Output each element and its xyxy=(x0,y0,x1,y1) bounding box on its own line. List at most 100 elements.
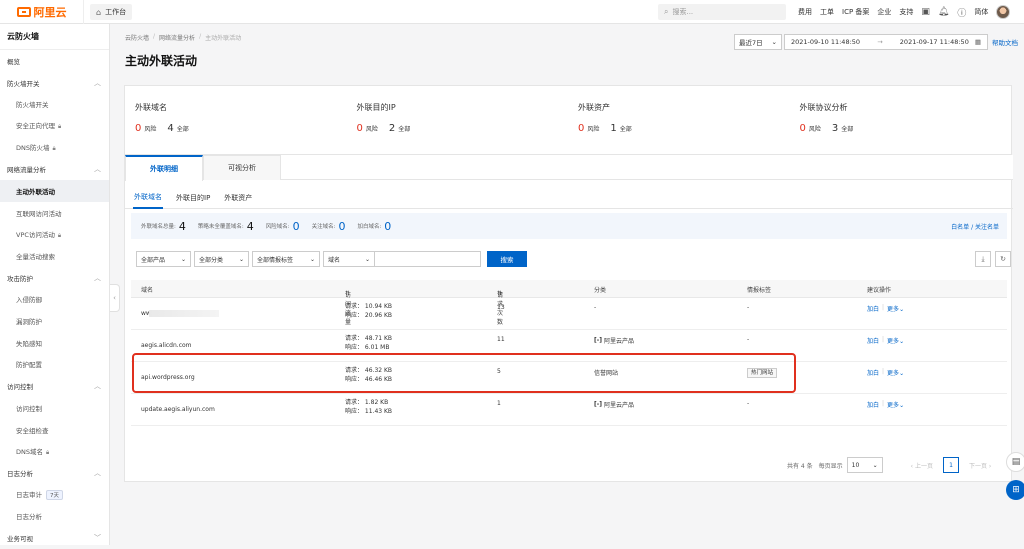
breadcrumb-item[interactable]: 网络流量分析 xyxy=(159,33,195,42)
tab-outbound-detail[interactable]: 外联明细 xyxy=(125,155,203,181)
chevron-down-icon: ⌄ xyxy=(899,370,905,377)
stat-total-value: 1 xyxy=(610,123,617,134)
whitelist-button[interactable]: 加白 xyxy=(867,368,879,377)
sidebar-item-internet-access[interactable]: 互联网访问活动 xyxy=(0,202,109,224)
sidebar-item-log-audit[interactable]: 日志审计 7天 xyxy=(0,484,109,506)
nav-fees[interactable]: 费用 xyxy=(798,7,812,17)
help-icon[interactable]: ⓘ xyxy=(957,6,966,19)
domain-summary-bar: 外联域名总量: 4 策略未全覆盖域名: 4 风险域名: 0 关注域名: 0 加白域名: 0… xyxy=(131,213,1007,239)
whitelist-button[interactable]: 加白 xyxy=(867,336,879,345)
subtab-dest-ip[interactable]: 外联目的IP xyxy=(175,187,211,209)
sidebar-item-full-search[interactable]: 全量活动搜索 xyxy=(0,245,109,267)
sidebar-item-overview[interactable]: 概览 xyxy=(0,50,109,72)
whitelist-button[interactable]: 加白 xyxy=(867,304,879,313)
subtab-assets[interactable]: 外联资产 xyxy=(223,187,253,209)
subtab-label: 外联域名 xyxy=(134,193,162,201)
sidebar-group-attack-protection[interactable]: 攻击防护 ︿ xyxy=(0,267,109,289)
sidebar-item-vpc-access[interactable]: VPC访问活动 🔒︎ xyxy=(0,224,109,246)
select-value: 全部情报标签 xyxy=(257,256,294,264)
nav-support[interactable]: 支持 xyxy=(899,7,913,17)
more-dropdown[interactable]: 更多⌄ xyxy=(887,400,904,409)
sidebar-item-protection-config[interactable]: 防护配置 xyxy=(0,354,109,376)
sidebar-item-dns-firewall[interactable]: DNS防火墙 🔒︎ xyxy=(0,137,109,159)
sidebar-group-log-analysis[interactable]: 日志分析 ︿ xyxy=(0,462,109,484)
sort-icon: ⇅ xyxy=(345,290,351,297)
sidebar-item-label: 安全正向代理 xyxy=(16,122,55,131)
sidebar-item-label: 防火墙开关 xyxy=(16,101,49,110)
sidebar-item-firewall-switch[interactable]: 防火墙开关 xyxy=(0,93,109,115)
sidebar-item-label: 日志分析 xyxy=(16,513,42,522)
column-header-intel-tag: 情报标签 xyxy=(747,287,772,294)
search-field-select[interactable]: 域名 ⌄ xyxy=(323,251,375,267)
apps-float-button[interactable]: ⊞ xyxy=(1006,480,1024,500)
breadcrumb-item[interactable]: 云防火墙 xyxy=(125,33,149,42)
workbench-button[interactable]: ⌂ 工作台 xyxy=(90,4,133,20)
sidebar-item-forward-proxy[interactable]: 安全正向代理 🔒︎ xyxy=(0,115,109,137)
prev-page-button[interactable]: ‹ 上一页 xyxy=(911,461,933,470)
sidebar-group-traffic-analysis[interactable]: 网络流量分析 ︿ xyxy=(0,158,109,180)
refresh-button[interactable]: ↻ xyxy=(995,251,1011,267)
download-icon: ⤓ xyxy=(981,254,985,263)
bell-icon[interactable]: 🔔︎ xyxy=(938,7,949,17)
nav-enterprise[interactable]: 企业 xyxy=(877,7,891,17)
more-dropdown[interactable]: 更多⌄ xyxy=(887,336,904,345)
next-page-button[interactable]: 下一页 › xyxy=(969,461,991,470)
help-doc-link[interactable]: 帮助文档 xyxy=(992,37,1018,47)
download-button[interactable]: ⤓ xyxy=(975,251,991,267)
refresh-icon: ↻ xyxy=(1000,255,1006,263)
sidebar-item-label: 失陷感知 xyxy=(16,339,42,348)
category-value: 阿里云产品 xyxy=(603,402,634,409)
product-filter-select[interactable]: 全部产品 ⌄ xyxy=(136,251,191,267)
category-filter-select[interactable]: 全部分类 ⌄ xyxy=(194,251,249,267)
sidebar-item-breach-awareness[interactable]: 失陷感知 xyxy=(0,332,109,354)
time-range-value: 最近7日 xyxy=(739,39,763,47)
current-page-button[interactable]: 1 xyxy=(942,457,959,473)
time-range-select[interactable]: 最近7日 ⌄ xyxy=(734,34,782,50)
page-size-select[interactable]: 10 ⌄ xyxy=(846,457,883,473)
sidebar-item-intrusion-prevention[interactable]: 入侵防御 xyxy=(0,289,109,311)
sidebar-item-access-control[interactable]: 访问控制 xyxy=(0,397,109,419)
domain-cell: aegis.alicdn.com xyxy=(141,342,192,349)
stat-total-label: 全部 xyxy=(176,126,189,133)
traffic-cell: 请求： 48.71 KB 响应： 6.01 MB xyxy=(345,335,392,352)
sidebar-group-access-control[interactable]: 访问控制 ︿ xyxy=(0,375,109,397)
sidebar-item-label: 概览 xyxy=(7,57,20,66)
nav-icp[interactable]: ICP 备案 xyxy=(842,7,869,17)
sidebar-group-firewall-switch[interactable]: 防火墙开关 ︿ xyxy=(0,72,109,94)
sidebar-item-vuln-protection[interactable]: 漏洞防护 xyxy=(0,310,109,332)
actions-cell: 加白 | 更多⌄ xyxy=(867,304,904,313)
cloud-shell-icon[interactable]: ▣ xyxy=(921,7,930,17)
breadcrumb-separator: / xyxy=(153,33,156,40)
tab-label: 可视分析 xyxy=(228,164,256,172)
intel-tag-filter-select[interactable]: 全部情报标签 ⌄ xyxy=(252,251,320,267)
avatar[interactable] xyxy=(996,5,1011,19)
summary-label: 外联域名总量: xyxy=(141,224,176,230)
tab-visual-analysis[interactable]: 可视分析 xyxy=(203,155,281,180)
global-search-input[interactable]: ⌕ 搜索... xyxy=(658,4,786,20)
chevron-down-icon: ⌄ xyxy=(872,461,878,469)
subtab-domains[interactable]: 外联域名 xyxy=(133,187,163,209)
aliyun-logo[interactable]: 阿里云 xyxy=(0,0,84,24)
grid-icon: ⊞ xyxy=(1012,485,1020,495)
whitelist-button[interactable]: 加白 xyxy=(867,400,879,409)
stat-total-label: 全部 xyxy=(398,126,411,133)
sidebar-item-label: 全量活动搜索 xyxy=(16,253,55,262)
page-size-label: 每页显示 xyxy=(818,462,843,470)
sidebar-group-business-visual[interactable]: 业务可视 ﹀ xyxy=(0,527,109,549)
sidebar-item-dns-domain[interactable]: DNS域名 🔒︎ xyxy=(0,440,109,462)
whitelist-link[interactable]: 白名单 / 关注名单 xyxy=(951,222,999,231)
sidebar-item-log-analysis[interactable]: 日志分析 xyxy=(0,505,109,527)
lock-icon: 🔒︎ xyxy=(58,123,62,131)
date-range-picker[interactable]: 2021-09-10 11:48:50 → 2021-09-17 11:48:5… xyxy=(784,34,988,50)
feedback-float-button[interactable]: ▤ xyxy=(1006,452,1024,472)
nav-tickets[interactable]: 工单 xyxy=(820,7,834,17)
stat-risk-value: 0 xyxy=(799,123,806,134)
sidebar-item-outbound-activity[interactable]: 主动外联活动 xyxy=(0,180,109,202)
language-switch[interactable]: 简体 xyxy=(974,7,988,17)
sidebar-item-security-group-check[interactable]: 安全组检查 xyxy=(0,419,109,441)
search-button[interactable]: 搜索 xyxy=(487,251,527,267)
more-dropdown[interactable]: 更多⌄ xyxy=(887,368,904,377)
more-dropdown[interactable]: 更多⌄ xyxy=(887,304,904,313)
subtab-label: 外联目的IP xyxy=(176,194,211,202)
search-input[interactable] xyxy=(375,251,481,267)
